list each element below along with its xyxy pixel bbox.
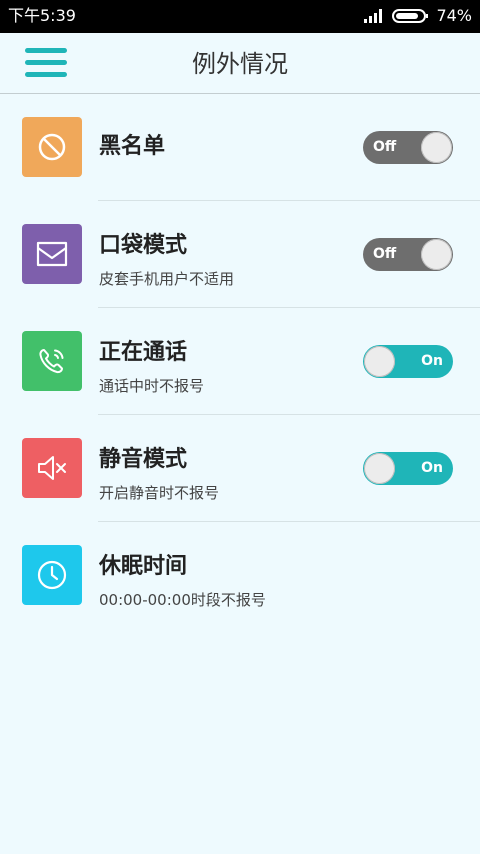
toggle-label: Off	[373, 139, 397, 155]
in-call-toggle[interactable]: On	[363, 345, 453, 378]
list-item-blacklist[interactable]: 黑名单 Off	[0, 94, 480, 201]
list-item-sleep-time[interactable]: 休眠时间 00:00-00:00时段不报号	[0, 522, 480, 629]
clock-icon	[22, 545, 82, 605]
item-subtitle: 通话中时不报号	[99, 377, 205, 395]
item-title: 黑名单	[99, 134, 166, 159]
item-title: 休眠时间	[99, 554, 188, 579]
silent-mode-toggle[interactable]: On	[363, 452, 453, 485]
list-item-in-call[interactable]: 正在通话 通话中时不报号 On	[0, 308, 480, 415]
toggle-knob	[364, 453, 395, 484]
block-icon	[22, 117, 82, 177]
toggle-label: On	[421, 460, 443, 476]
toggle-knob	[421, 132, 452, 163]
envelope-icon	[22, 224, 82, 284]
item-title: 口袋模式	[99, 233, 188, 258]
item-subtitle: 开启静音时不报号	[99, 484, 220, 502]
status-bar: 下午5:39 74%	[0, 0, 480, 33]
toggle-label: On	[421, 353, 443, 369]
battery-icon	[392, 9, 429, 23]
toggle-label: Off	[373, 246, 397, 262]
signal-icon	[364, 9, 383, 23]
item-title: 静音模式	[99, 447, 188, 472]
item-subtitle: 皮套手机用户不适用	[99, 270, 235, 288]
speaker-mute-icon	[22, 438, 82, 498]
item-title: 正在通话	[99, 340, 188, 365]
item-subtitle: 00:00-00:00时段不报号	[99, 591, 266, 609]
exception-list: 黑名单 Off 口袋模式 皮套手机用户不适用 Off 正在通话 通话中时不报号 …	[0, 94, 480, 629]
status-right: 74%	[364, 6, 472, 26]
page-title: 例外情况	[192, 50, 288, 78]
list-item-silent-mode[interactable]: 静音模式 开启静音时不报号 On	[0, 415, 480, 522]
pocket-mode-toggle[interactable]: Off	[363, 238, 453, 271]
phone-ringing-icon	[22, 331, 82, 391]
status-time: 下午5:39	[8, 6, 76, 25]
toggle-knob	[364, 346, 395, 377]
list-item-pocket-mode[interactable]: 口袋模式 皮套手机用户不适用 Off	[0, 201, 480, 308]
battery-percent: 74%	[436, 6, 472, 25]
toggle-knob	[421, 239, 452, 270]
app-bar: 例外情况	[0, 33, 480, 94]
blacklist-toggle[interactable]: Off	[363, 131, 453, 164]
